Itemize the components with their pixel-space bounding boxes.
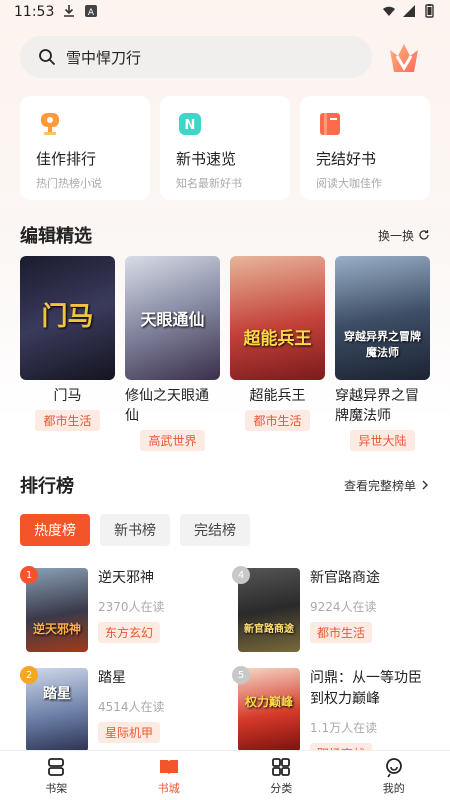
cover-title: 逆天邪神 — [32, 622, 81, 637]
bottom-tab-bar: 书架 书城 分类 我的 — [0, 750, 450, 800]
search-bar[interactable]: 雪中悍刀行 — [20, 36, 372, 78]
section-title: 编辑精选 — [20, 226, 92, 247]
view-full-ranking-link[interactable]: 查看完整榜单 — [344, 477, 430, 494]
book-name: 修仙之天眼通仙 — [125, 388, 209, 424]
entry-subtitle: 热门热榜小说 — [36, 177, 102, 190]
finished-book-icon — [320, 113, 340, 135]
ranking-item[interactable]: 4 新官路商途 新官路商途 9224人在读 都市生活 — [232, 566, 432, 654]
book-cover[interactable]: 天眼通仙 — [125, 256, 220, 380]
book-tag: 都市生活 — [245, 410, 310, 431]
tab-label: 书城 — [157, 781, 180, 795]
book-card[interactable]: 门马 门马 都市生活 — [20, 256, 115, 451]
status-time: 11:53 — [14, 4, 55, 20]
book-tag: 高武世界 — [140, 430, 205, 451]
book-card[interactable]: 穿越异界之冒牌魔法师 穿越异界之冒牌魔法师 异世大陆 — [335, 256, 430, 451]
entry-title: 新书速览 — [176, 150, 237, 168]
book-name: 问鼎：从一等功臣到权力巅峰 — [310, 670, 422, 707]
cover-title: 新官路商途 — [244, 624, 294, 636]
book-name: 穿越异界之冒牌魔法师 — [335, 388, 419, 424]
cover-title: 天眼通仙 — [140, 309, 205, 329]
book-name: 逆天邪神 — [98, 570, 154, 586]
reader-count: 9224人在读 — [310, 600, 377, 614]
book-tag: 都市生活 — [35, 410, 100, 431]
entry-finished-books[interactable]: 完结好书 阅读大咖佳作 — [300, 96, 430, 200]
vip-badge-icon[interactable] — [384, 38, 424, 78]
book-card[interactable]: 超能兵王 超能兵王 都市生活 — [230, 256, 325, 451]
book-name: 新官路商途 — [310, 570, 380, 586]
bookshelf-icon — [48, 757, 65, 776]
download-icon — [64, 5, 74, 17]
svg-text:N: N — [185, 118, 196, 133]
section-title: 排行榜 — [20, 476, 74, 497]
book-cover[interactable]: 门马 — [20, 256, 115, 380]
search-input[interactable]: 雪中悍刀行 — [66, 47, 141, 68]
profile-icon — [385, 757, 402, 777]
entry-top-works[interactable]: 佳作排行 热门热榜小说 — [20, 96, 150, 200]
entry-subtitle: 知名最新好书 — [176, 177, 242, 190]
book-tag: 星际机甲 — [98, 722, 161, 743]
cover-title: 超能兵王 — [243, 329, 312, 350]
tab-category[interactable]: 分类 — [225, 751, 338, 800]
book-card[interactable]: 天眼通仙 修仙之天眼通仙 高武世界 — [125, 256, 220, 451]
reader-count: 2370人在读 — [98, 600, 165, 614]
tab-bookshelf[interactable]: 书架 — [0, 751, 113, 800]
book-tag: 异世大陆 — [350, 430, 415, 451]
reader-count: 1.1万人在读 — [310, 721, 378, 735]
tab-new[interactable]: 新书榜 — [100, 514, 170, 546]
book-tag: 东方玄幻 — [98, 622, 161, 643]
book-name: 门马 — [53, 388, 82, 404]
book-tag: 都市生活 — [310, 622, 373, 643]
refresh-icon — [419, 230, 429, 240]
cover-title: 穿越异界之冒牌魔法师 — [344, 329, 421, 359]
refresh-button[interactable]: 换一换 — [378, 227, 430, 244]
search-icon — [39, 49, 56, 66]
battery-icon — [425, 4, 434, 18]
entry-new-books[interactable]: N 新书速览 知名最新好书 — [160, 96, 290, 200]
refresh-label: 换一换 — [377, 228, 414, 243]
view-full-ranking-label: 查看完整榜单 — [343, 478, 416, 493]
chevron-right-icon — [422, 480, 428, 490]
editor-picks-list: 门马 门马 都市生活 天眼通仙 修仙之天眼通仙 高武世界 超能兵王 超能兵王 都… — [20, 256, 430, 451]
entry-title: 佳作排行 — [36, 150, 97, 168]
app-notification-icon: A — [85, 5, 97, 18]
ranking-item[interactable]: 1 逆天邪神 逆天邪神 2370人在读 东方玄幻 — [20, 566, 220, 654]
book-name: 超能兵王 — [249, 388, 306, 404]
ranking-item[interactable]: 5 权力巅峰 问鼎：从一等功臣到权力巅峰 1.1万人在读 职场商战 — [232, 666, 432, 764]
tab-label: 我的 — [382, 781, 405, 795]
book-cover[interactable]: 超能兵王 — [230, 256, 325, 380]
ranking-item[interactable]: 2 踏星 踏星 4514人在读 星际机甲 — [20, 666, 220, 754]
grid-icon — [272, 757, 291, 776]
reader-count: 4514人在读 — [98, 700, 165, 714]
cover-title: 踏星 — [43, 686, 71, 703]
ranking-header: 排行榜 查看完整榜单 — [20, 472, 430, 498]
rank-number: 5 — [232, 666, 250, 684]
book-cover[interactable]: 穿越异界之冒牌魔法师 — [335, 256, 430, 380]
tab-hot[interactable]: 热度榜 — [20, 514, 90, 546]
book-name: 踏星 — [98, 670, 126, 686]
trophy-icon — [41, 113, 59, 135]
rank-number: 4 — [232, 566, 250, 584]
entry-title: 完结好书 — [316, 150, 377, 168]
tab-finished[interactable]: 完结榜 — [180, 514, 250, 546]
status-bar: 11:53 A — [0, 0, 450, 26]
tab-profile[interactable]: 我的 — [338, 751, 450, 800]
rank-number: 1 — [20, 566, 38, 584]
tab-label: 书架 — [45, 781, 68, 795]
signal-icon — [403, 5, 415, 17]
book-open-icon — [159, 759, 178, 775]
tab-bookstore[interactable]: 书城 — [113, 751, 226, 800]
rank-number: 2 — [20, 666, 38, 684]
quick-entries: 佳作排行 热门热榜小说 N 新书速览 知名最新好书 完结好书 阅读大咖佳作 — [20, 96, 430, 200]
new-book-icon: N — [179, 113, 201, 135]
wifi-icon — [383, 6, 395, 16]
editor-picks-header: 编辑精选 换一换 — [20, 222, 430, 248]
cover-title: 权力巅峰 — [244, 695, 293, 710]
svg-text:A: A — [88, 8, 95, 18]
ranking-tabs: 热度榜 新书榜 完结榜 — [20, 514, 250, 546]
entry-subtitle: 阅读大咖佳作 — [316, 177, 382, 190]
cover-title: 门马 — [41, 301, 94, 332]
tab-label: 分类 — [270, 781, 293, 795]
